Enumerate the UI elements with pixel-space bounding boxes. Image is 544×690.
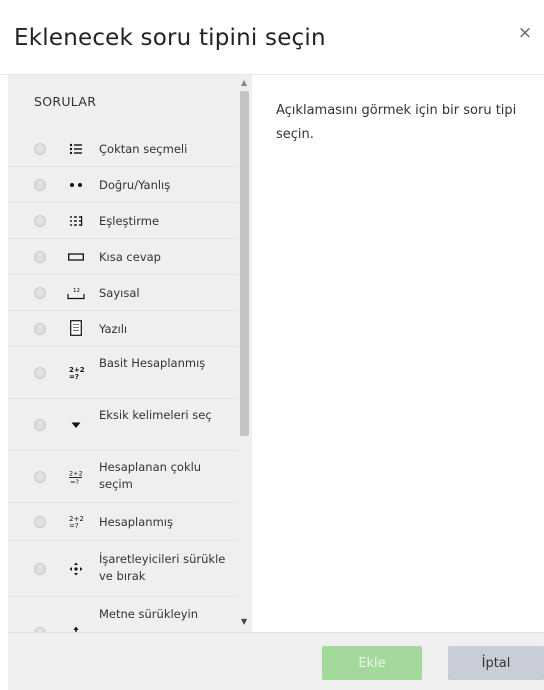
question-option-label: Doğru/Yanlış [99,178,171,192]
dialog-footer: Ekle İptal [8,632,544,690]
multichoice-icon [64,141,88,157]
radio-button[interactable] [34,179,46,191]
numerical-icon: 12 [64,285,88,301]
scroll-up-arrow-icon[interactable]: ▲ [241,78,247,87]
question-option-ddmarker[interactable]: İşaretleyicileri sürükle ve bırak [8,541,238,597]
question-option-label: Yazılı [99,322,128,336]
list-scrollbar[interactable]: ▲ ▼ [238,75,252,632]
question-option-gapselect[interactable]: Eksik kelimeleri seç [8,399,238,451]
dialog-body: SORULAR Çoktan seçmeli Doğru/Yanlış Eşle… [0,75,544,632]
description-panel: Açıklamasını görmek için bir soru tipi s… [262,75,544,632]
radio-button[interactable] [34,367,46,379]
question-type-list[interactable]: SORULAR Çoktan seçmeli Doğru/Yanlış Eşle… [8,75,252,632]
essay-icon [64,320,88,336]
question-option-truefalse[interactable]: Doğru/Yanlış [8,167,238,203]
calculatedsimple-icon: 2+2 =? [64,365,88,381]
radio-button[interactable] [34,143,46,155]
svg-text:=?: =? [69,373,79,381]
svg-text:12: 12 [73,288,80,294]
question-option-matching[interactable]: Eşleştirme [8,203,238,239]
question-option-numerical[interactable]: 12 Sayısal [8,275,238,311]
question-option-label: İşaretleyicileri sürükle ve bırak [99,552,226,583]
close-icon[interactable]: × [514,22,536,44]
dialog-title: Eklenecek soru tipini seçin [14,25,326,51]
svg-text:2+2: 2+2 [69,470,83,478]
dialog-header: Eklenecek soru tipini seçin × [0,0,544,75]
gapselect-icon [64,417,88,433]
question-option-label: Basit Hesaplanmış [99,356,206,370]
ddmarker-icon [64,561,88,577]
question-option-label: Eksik kelimeleri seç [99,408,212,422]
radio-button[interactable] [34,287,46,299]
scroll-down-arrow-icon[interactable]: ▼ [241,617,247,626]
add-button[interactable]: Ekle [322,646,422,680]
section-label: SORULAR [34,94,97,109]
cancel-button[interactable]: İptal [448,646,544,680]
question-option-ddwtos[interactable]: Metne sürükleyin [8,597,238,632]
question-option-shortanswer[interactable]: Kısa cevap [8,239,238,275]
radio-button[interactable] [34,251,46,263]
calculated-icon: 2+2 =? [64,514,88,530]
shortanswer-icon [64,249,88,265]
question-option-essay[interactable]: Yazılı [8,311,238,347]
question-option-label: Çoktan seçmeli [99,142,188,156]
question-option-calculatedsimple[interactable]: 2+2 =? Basit Hesaplanmış [8,347,238,399]
calculatedmulti-icon: 2+2 =? [64,469,88,485]
question-option-label: Kısa cevap [99,250,161,264]
question-option-label: Metne sürükleyin [99,607,199,621]
svg-text:=?: =? [70,478,79,485]
question-chooser-dialog: Eklenecek soru tipini seçin × SORULAR Ço… [0,0,544,690]
matching-icon [64,213,88,229]
scroll-thumb[interactable] [240,91,249,436]
radio-button[interactable] [34,419,46,431]
question-option-calculatedmulti[interactable]: 2+2 =? Hesaplanan çoklu seçim [8,451,238,503]
radio-button[interactable] [34,516,46,528]
question-option-label: Eşleştirme [99,214,160,228]
question-option-label: Sayısal [99,286,140,300]
radio-button[interactable] [34,563,46,575]
truefalse-icon [64,177,88,193]
svg-text:=?: =? [69,522,79,530]
question-option-multichoice[interactable]: Çoktan seçmeli [8,131,238,167]
question-option-label: Hesaplanan çoklu seçim [99,460,202,491]
question-option-label: Hesaplanmış [99,515,173,529]
description-text: Açıklamasını görmek için bir soru tipi s… [276,103,517,142]
radio-button[interactable] [34,323,46,335]
radio-button[interactable] [34,215,46,227]
radio-button[interactable] [34,471,46,483]
ddwtos-icon [64,625,88,632]
question-option-calculated[interactable]: 2+2 =? Hesaplanmış [8,503,238,541]
